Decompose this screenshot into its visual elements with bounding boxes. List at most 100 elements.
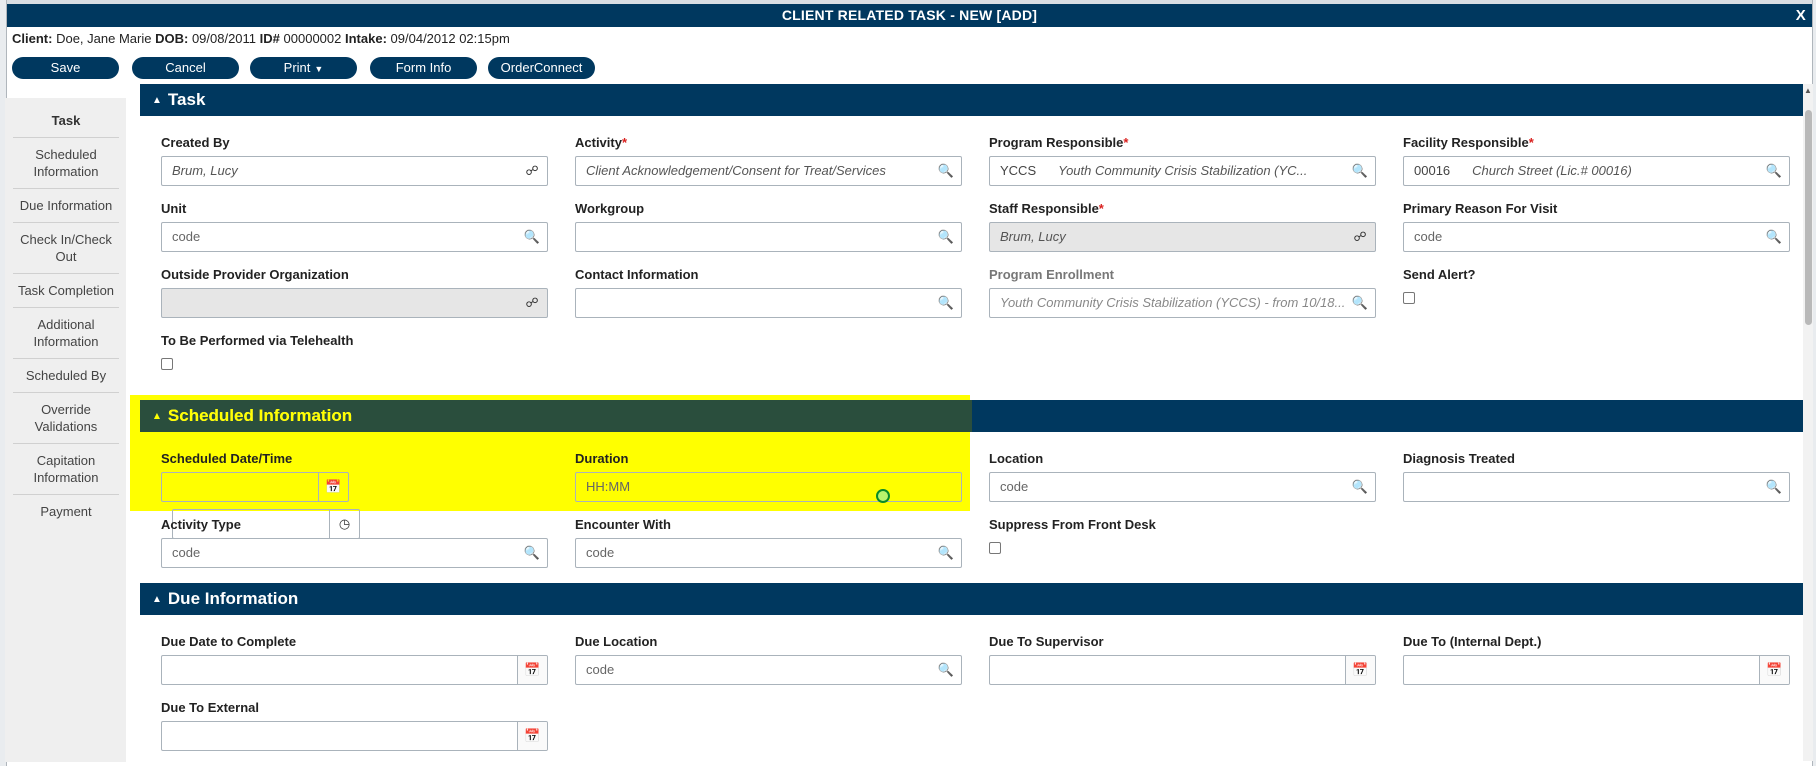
client-id: 00000002 bbox=[283, 31, 342, 46]
location-label: Location bbox=[989, 451, 1044, 466]
print-button[interactable]: Print ▼ bbox=[250, 57, 357, 79]
nav-item-scheduled-information[interactable]: Scheduled Information bbox=[13, 138, 119, 189]
due-date-input[interactable]: 📅 bbox=[161, 655, 548, 685]
nav-item-additional-information[interactable]: Additional Information bbox=[13, 308, 119, 359]
nav-item-due-information[interactable]: Due Information bbox=[13, 189, 119, 223]
section-header-scheduled[interactable]: ▲ Scheduled Information bbox=[140, 400, 1804, 432]
calendar-icon[interactable]: 📅 bbox=[517, 722, 547, 750]
due-location-input[interactable]: code 🔍 bbox=[575, 655, 962, 685]
diagnosis-treated-input[interactable]: 🔍 bbox=[1403, 472, 1790, 502]
binoculars-icon[interactable]: ☍ bbox=[1345, 223, 1375, 251]
created-by-value: Brum, Lucy bbox=[172, 163, 238, 178]
duration-placeholder: HH:MM bbox=[586, 479, 631, 494]
location-input[interactable]: code 🔍 bbox=[989, 472, 1376, 502]
search-icon[interactable]: 🔍 bbox=[1759, 473, 1789, 501]
search-icon[interactable]: 🔍 bbox=[931, 539, 961, 567]
program-responsible-input[interactable]: YCCS Youth Community Crisis Stabilization… bbox=[989, 156, 1376, 186]
calendar-icon[interactable]: 📅 bbox=[1759, 656, 1789, 684]
calendar-icon[interactable]: 📅 bbox=[318, 473, 348, 501]
search-icon[interactable]: 🔍 bbox=[931, 157, 961, 185]
intake-label: Intake: bbox=[345, 31, 387, 46]
calendar-icon[interactable]: 📅 bbox=[1345, 656, 1375, 684]
close-icon[interactable]: X bbox=[1796, 4, 1806, 27]
section-title-scheduled: Scheduled Information bbox=[167, 406, 353, 425]
binoculars-icon[interactable]: ☍ bbox=[517, 289, 547, 317]
encounter-with-placeholder: code bbox=[586, 545, 615, 560]
section-header-task[interactable]: ▲ Task bbox=[140, 84, 1804, 116]
workgroup-field: Workgroup 🔍 bbox=[575, 200, 962, 252]
scrollbar-thumb[interactable] bbox=[1805, 110, 1812, 325]
nav-item-override-validations[interactable]: Override Validations bbox=[13, 393, 119, 444]
form-info-label: Form Info bbox=[395, 60, 452, 75]
nav-item-payment[interactable]: Payment bbox=[13, 495, 119, 528]
staff-responsible-label: Staff Responsible* bbox=[989, 200, 1376, 218]
search-icon[interactable]: 🔍 bbox=[931, 289, 961, 317]
facility-responsible-label-text: Facility Responsible bbox=[1403, 135, 1529, 150]
nav-item-capitation-information[interactable]: Capitation Information bbox=[13, 444, 119, 495]
due-to-external-field: Due To External 📅 bbox=[161, 699, 548, 751]
calendar-icon[interactable]: 📅 bbox=[517, 656, 547, 684]
telehealth-checkbox[interactable] bbox=[161, 358, 173, 370]
client-label: Client: bbox=[12, 31, 53, 46]
caret-down-icon: ▼ bbox=[314, 64, 324, 74]
dialog-titlebar: CLIENT RELATED TASK - NEW [ADD] X bbox=[7, 4, 1812, 27]
search-icon[interactable]: 🔍 bbox=[517, 539, 547, 567]
location-placeholder: code bbox=[1000, 479, 1029, 494]
due-to-internal-input[interactable]: 📅 bbox=[1403, 655, 1790, 685]
unit-placeholder: code bbox=[172, 229, 201, 244]
scheduled-date-input[interactable]: 📅 bbox=[161, 472, 349, 502]
staff-responsible-input[interactable]: Brum, Lucy ☍ bbox=[989, 222, 1376, 252]
order-connect-button[interactable]: OrderConnect bbox=[488, 57, 595, 79]
dialog-title: CLIENT RELATED TASK - NEW [ADD] bbox=[781, 7, 1038, 23]
vertical-scrollbar[interactable]: ▲ bbox=[1803, 84, 1813, 761]
due-location-placeholder: code bbox=[586, 662, 615, 677]
scroll-up-icon[interactable]: ▲ bbox=[1803, 86, 1813, 95]
outside-provider-field: Outside Provider Organization ☍ bbox=[161, 266, 548, 318]
required-mark: * bbox=[1528, 135, 1534, 150]
due-to-external-label: Due To External bbox=[161, 700, 260, 715]
activity-field: Activity* Client Acknowledgement/Consent… bbox=[575, 134, 962, 186]
scheduled-date-time-label: Scheduled Date/Time bbox=[161, 451, 293, 466]
search-icon[interactable]: 🔍 bbox=[517, 223, 547, 251]
program-enrollment-label: Program Enrollment bbox=[989, 267, 1114, 282]
search-icon[interactable]: 🔍 bbox=[931, 223, 961, 251]
unit-input[interactable]: code 🔍 bbox=[161, 222, 548, 252]
outside-provider-input[interactable]: ☍ bbox=[161, 288, 548, 318]
search-icon[interactable]: 🔍 bbox=[1759, 223, 1789, 251]
suppress-front-desk-checkbox[interactable] bbox=[989, 542, 1001, 554]
workgroup-input[interactable]: 🔍 bbox=[575, 222, 962, 252]
save-button[interactable]: Save bbox=[12, 57, 119, 79]
primary-reason-input[interactable]: code 🔍 bbox=[1403, 222, 1790, 252]
facility-responsible-input[interactable]: 00016 Church Street (Lic.# 00016) 🔍 bbox=[1403, 156, 1790, 186]
encounter-with-label: Encounter With bbox=[575, 517, 671, 532]
encounter-with-input[interactable]: code 🔍 bbox=[575, 538, 962, 568]
staff-responsible-label-text: Staff Responsible bbox=[989, 201, 1099, 216]
program-responsible-value: Youth Community Crisis Stabilization (YC… bbox=[1058, 163, 1308, 178]
primary-reason-field: Primary Reason For Visit code 🔍 bbox=[1403, 200, 1790, 252]
form-content: ▲ Task Created By Brum, Lucy ☍ Activity* … bbox=[140, 81, 1804, 762]
send-alert-checkbox[interactable] bbox=[1403, 292, 1415, 304]
search-icon[interactable]: 🔍 bbox=[931, 656, 961, 684]
nav-item-task-completion[interactable]: Task Completion bbox=[13, 274, 119, 308]
cancel-button[interactable]: Cancel bbox=[132, 57, 239, 79]
search-icon[interactable]: 🔍 bbox=[1345, 157, 1375, 185]
form-info-button[interactable]: Form Info bbox=[370, 57, 477, 79]
section-header-due[interactable]: ▲ Due Information bbox=[140, 583, 1804, 615]
due-to-external-input[interactable]: 📅 bbox=[161, 721, 548, 751]
nav-item-task[interactable]: Task bbox=[13, 98, 119, 138]
created-by-input[interactable]: Brum, Lucy ☍ bbox=[161, 156, 548, 186]
search-icon[interactable]: 🔍 bbox=[1345, 473, 1375, 501]
outside-provider-label: Outside Provider Organization bbox=[161, 267, 349, 282]
due-to-supervisor-input[interactable]: 📅 bbox=[989, 655, 1376, 685]
collapse-icon: ▲ bbox=[152, 95, 162, 106]
search-icon[interactable]: 🔍 bbox=[1759, 157, 1789, 185]
contact-information-input[interactable]: 🔍 bbox=[575, 288, 962, 318]
nav-item-check-in-check-out[interactable]: Check In/Check Out bbox=[13, 223, 119, 274]
activity-type-input[interactable]: code 🔍 bbox=[161, 538, 548, 568]
id-label: ID# bbox=[259, 31, 280, 46]
nav-item-scheduled-by[interactable]: Scheduled By bbox=[13, 359, 119, 393]
activity-input[interactable]: Client Acknowledgement/Consent for Treat… bbox=[575, 156, 962, 186]
duration-input[interactable]: HH:MM bbox=[575, 472, 962, 502]
required-mark: * bbox=[1123, 135, 1129, 150]
binoculars-icon[interactable]: ☍ bbox=[517, 157, 547, 185]
